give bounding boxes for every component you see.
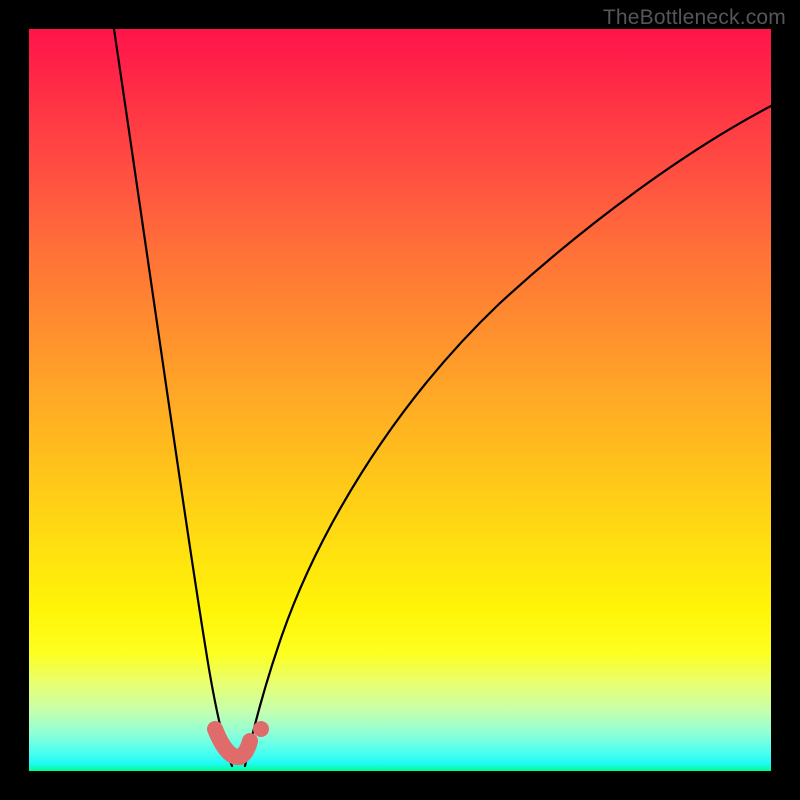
watermark-text: TheBottleneck.com: [603, 6, 786, 30]
curve-right: [245, 106, 771, 766]
plot-area: [29, 29, 771, 771]
highlight-dots: [215, 729, 250, 757]
chart-frame: TheBottleneck.com: [0, 0, 800, 800]
highlight-dot-right: [253, 721, 269, 737]
curves-svg: [29, 29, 771, 771]
curve-left: [114, 29, 232, 766]
